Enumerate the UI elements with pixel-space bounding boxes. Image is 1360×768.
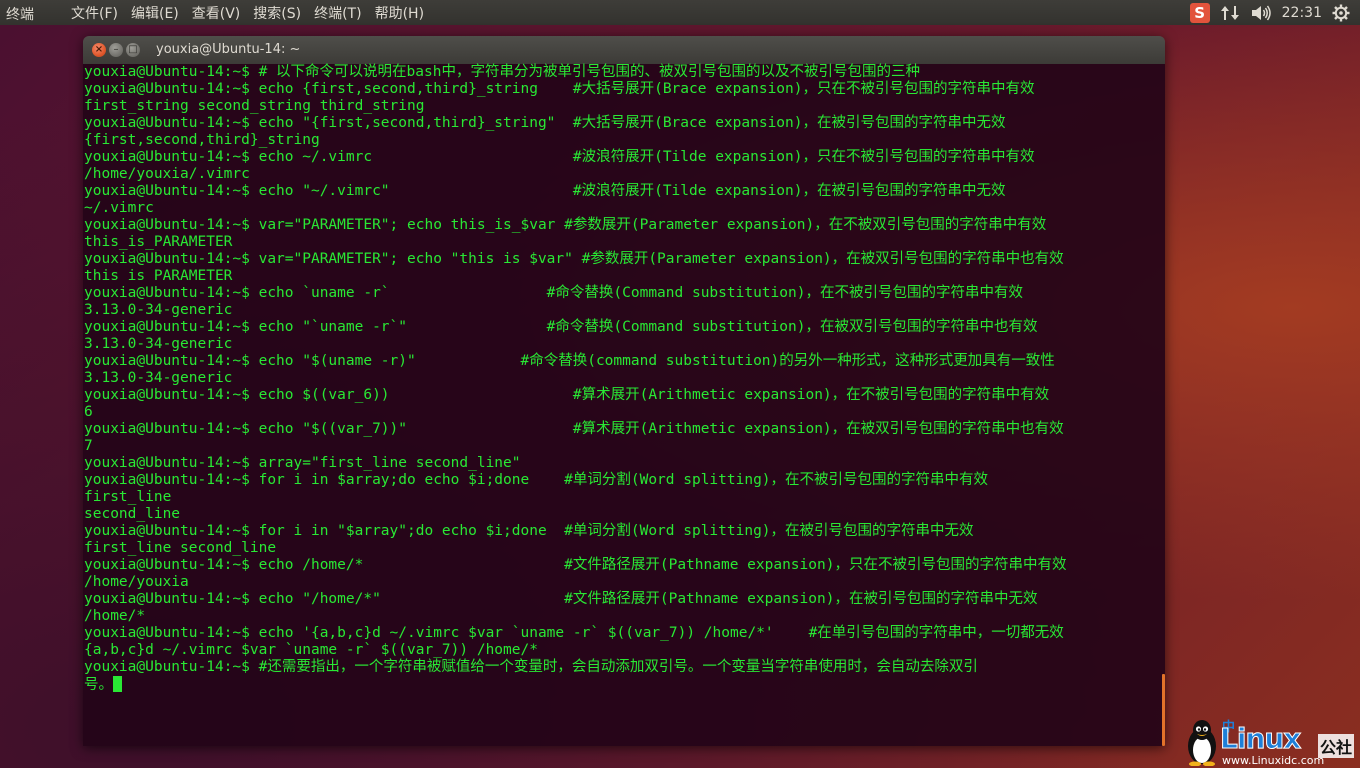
watermark-url: www.Linuxidc.com bbox=[1222, 754, 1325, 767]
terminal-line: youxia@Ubuntu-14:~$ # 以下命令可以说明在bash中，字符串… bbox=[84, 64, 920, 80]
app-name: 终端 bbox=[6, 7, 34, 23]
terminal-line: ~/.vimrc bbox=[84, 200, 154, 216]
terminal-line: youxia@Ubuntu-14:~$ var="PARAMETER"; ech… bbox=[84, 217, 1047, 233]
terminal-line: /home/* bbox=[84, 608, 146, 624]
terminal-line: 号。 bbox=[84, 676, 1165, 693]
minimize-icon: – bbox=[113, 44, 119, 55]
terminal-line: youxia@Ubuntu-14:~$ echo $((var_6)) #算术展… bbox=[84, 387, 1050, 403]
menu-help[interactable]: 帮助(H) bbox=[375, 3, 424, 23]
terminal-line: youxia@Ubuntu-14:~$ echo "{first,second,… bbox=[84, 115, 1006, 131]
menu-edit[interactable]: 编辑(E) bbox=[131, 3, 179, 23]
terminal-line: /home/youxia bbox=[84, 574, 189, 590]
watermark-brand: Linux bbox=[1219, 722, 1301, 756]
terminal-line: youxia@Ubuntu-14:~$ echo '{a,b,c}d ~/.vi… bbox=[84, 625, 1064, 641]
terminal-line: youxia@Ubuntu-14:~$ echo "/home/*" #文件路径… bbox=[84, 591, 1038, 607]
terminal-line: 3.13.0-34-generic bbox=[84, 370, 233, 386]
terminal-line: 3.13.0-34-generic bbox=[84, 336, 233, 352]
terminal-line: youxia@Ubuntu-14:~$ echo "$(uname -r)" #… bbox=[84, 353, 1055, 369]
terminal-cursor bbox=[113, 676, 122, 692]
maximize-icon: □ bbox=[128, 44, 138, 55]
terminal-line: youxia@Ubuntu-14:~$ echo "`uname -r`" #命… bbox=[84, 319, 1038, 335]
sogou-input-indicator[interactable]: S bbox=[1189, 0, 1210, 25]
network-arrows-icon bbox=[1220, 5, 1239, 20]
terminal-line: this_is_PARAMETER bbox=[84, 234, 233, 250]
sogou-icon: S bbox=[1189, 2, 1210, 23]
terminal-line: this is PARAMETER bbox=[84, 268, 233, 284]
window-titlebar[interactable]: × – □ youxia@Ubuntu-14: ~ bbox=[83, 36, 1165, 64]
session-indicator[interactable] bbox=[1332, 0, 1350, 25]
terminal-line: youxia@Ubuntu-14:~$ echo `uname -r` #命令替… bbox=[84, 285, 1023, 301]
terminal-area[interactable]: youxia@Ubuntu-14:~$ # 以下命令可以说明在bash中，字符串… bbox=[83, 64, 1165, 746]
menu-terminal[interactable]: 终端(T) bbox=[314, 3, 361, 23]
top-panel: 终端 文件(F) 编辑(E) 查看(V) 搜索(S) 终端(T) 帮助(H) S bbox=[0, 0, 1360, 25]
terminal-line: youxia@Ubuntu-14:~$ echo ~/.vimrc #波浪符展开… bbox=[84, 149, 1035, 165]
terminal-line: {first,second,third}_string bbox=[84, 132, 320, 148]
terminal-line: youxia@Ubuntu-14:~$ echo /home/* #文件路径展开… bbox=[84, 557, 1067, 573]
terminal-line: first_string second_string third_string bbox=[84, 98, 425, 114]
minimize-button[interactable]: – bbox=[109, 43, 123, 57]
system-tray: S 22:31 bbox=[1189, 0, 1360, 25]
terminal-line: second_line bbox=[84, 506, 181, 522]
terminal-line: youxia@Ubuntu-14:~$ #还需要指出，一个字符串被赋值给一个变量… bbox=[84, 659, 978, 675]
menu-bar: 文件(F) 编辑(E) 查看(V) 搜索(S) 终端(T) 帮助(H) bbox=[71, 0, 437, 25]
menu-file[interactable]: 文件(F) bbox=[71, 3, 118, 23]
speaker-icon bbox=[1251, 5, 1271, 20]
terminal-output: youxia@Ubuntu-14:~$ # 以下命令可以说明在bash中，字符串… bbox=[84, 64, 1165, 693]
clock: 22:31 bbox=[1281, 4, 1322, 21]
terminal-line: 3.13.0-34-generic bbox=[84, 302, 233, 318]
linuxidc-watermark: 中 Linux 公社 www.Linuxidc.com bbox=[1180, 712, 1360, 768]
close-icon: × bbox=[94, 44, 104, 55]
terminal-line: first_line second_line bbox=[84, 540, 277, 556]
menu-view[interactable]: 查看(V) bbox=[192, 3, 241, 23]
maximize-button[interactable]: □ bbox=[126, 43, 140, 57]
terminal-line: first_line bbox=[84, 489, 172, 505]
terminal-line: youxia@Ubuntu-14:~$ for i in "$array";do… bbox=[84, 523, 974, 539]
menu-search[interactable]: 搜索(S) bbox=[253, 3, 301, 23]
terminal-line: 7 bbox=[84, 438, 93, 454]
clock-indicator[interactable]: 22:31 bbox=[1282, 0, 1322, 25]
terminal-line: 6 bbox=[84, 404, 93, 420]
penguin-logo-icon bbox=[1188, 720, 1216, 766]
window-title: youxia@Ubuntu-14: ~ bbox=[156, 42, 301, 57]
terminal-line: youxia@Ubuntu-14:~$ var="PARAMETER"; ech… bbox=[84, 251, 1064, 267]
terminal-line: youxia@Ubuntu-14:~$ echo "~/.vimrc" #波浪符… bbox=[84, 183, 1006, 199]
terminal-line: youxia@Ubuntu-14:~$ for i in $array;do e… bbox=[84, 472, 989, 488]
terminal-window: × – □ youxia@Ubuntu-14: ~ youxia@Ubuntu-… bbox=[83, 36, 1165, 746]
close-button[interactable]: × bbox=[92, 43, 106, 57]
terminal-line: youxia@Ubuntu-14:~$ echo "$((var_7))" #算… bbox=[84, 421, 1064, 437]
terminal-line: youxia@Ubuntu-14:~$ array="first_line se… bbox=[84, 455, 521, 471]
terminal-line: youxia@Ubuntu-14:~$ echo {first,second,t… bbox=[84, 81, 1035, 97]
sound-indicator[interactable] bbox=[1250, 0, 1272, 25]
scrollbar[interactable] bbox=[1162, 674, 1165, 746]
terminal-line: /home/youxia/.vimrc bbox=[84, 166, 250, 182]
network-indicator[interactable] bbox=[1220, 0, 1240, 25]
gear-icon bbox=[1332, 4, 1350, 21]
terminal-line: {a,b,c}d ~/.vimrc $var `uname -r` $((var… bbox=[84, 642, 538, 658]
